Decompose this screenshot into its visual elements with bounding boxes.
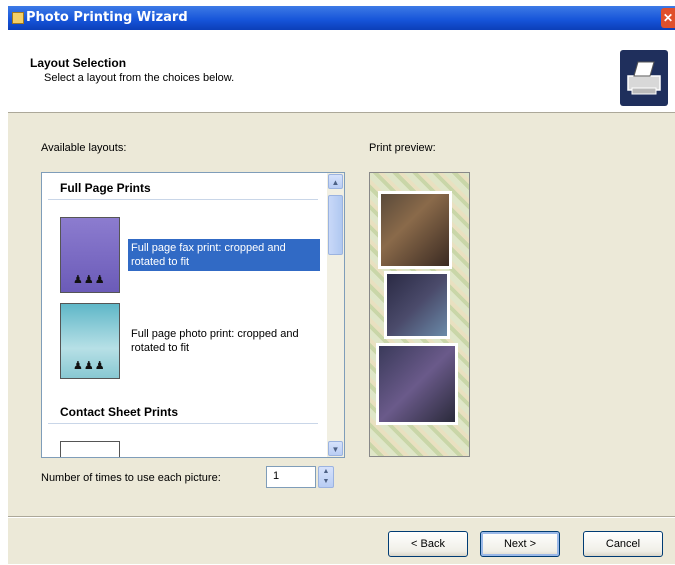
group-header-contact-sheet: Contact Sheet Prints xyxy=(60,405,179,419)
spin-up-button[interactable]: ▲ xyxy=(319,467,333,477)
layout-thumbnail: ♟♟♟ xyxy=(60,303,120,379)
available-layouts-label: Available layouts: xyxy=(41,142,127,154)
layout-item-contact-sheet[interactable] xyxy=(60,441,120,457)
layouts-scrollbar[interactable]: ▲ ▼ xyxy=(327,173,344,457)
page-subtitle: Select a layout from the choices below. xyxy=(44,72,235,84)
spin-down-button[interactable]: ▼ xyxy=(319,477,333,487)
next-button[interactable]: Next > xyxy=(480,531,560,557)
group-separator xyxy=(48,199,318,200)
group-separator xyxy=(48,423,318,424)
layout-thumbnail: ♟♟♟ xyxy=(60,217,120,293)
layout-item-label: Full page photo print: cropped and rotat… xyxy=(131,328,299,354)
scroll-up-button[interactable]: ▲ xyxy=(328,174,343,189)
footer-divider xyxy=(8,516,675,518)
wizard-header: Layout Selection Select a layout from th… xyxy=(8,30,675,113)
window-title: Photo Printing Wizard xyxy=(26,10,188,25)
group-header-full-page: Full Page Prints xyxy=(60,181,151,195)
preview-photo xyxy=(376,343,458,425)
print-preview-label: Print preview: xyxy=(369,142,436,154)
cancel-button[interactable]: Cancel xyxy=(583,531,663,557)
back-button[interactable]: < Back xyxy=(388,531,468,557)
layout-item-photo-print[interactable]: ♟♟♟ Full page photo print: cropped and r… xyxy=(60,303,320,383)
printer-icon xyxy=(620,50,668,106)
scroll-thumb[interactable] xyxy=(328,195,343,255)
copies-label: Number of times to use each picture: xyxy=(41,472,221,484)
preview-photo xyxy=(378,191,452,269)
layout-item-label: Full page fax print: cropped and rotated… xyxy=(128,239,320,271)
wizard-window: Photo Printing Wizard ✕ Layout Selection… xyxy=(8,6,675,564)
app-icon xyxy=(12,12,24,24)
page-title: Layout Selection xyxy=(30,56,127,70)
title-bar[interactable]: Photo Printing Wizard ✕ xyxy=(8,6,675,30)
copies-input[interactable]: 1 xyxy=(266,466,316,488)
print-preview xyxy=(369,172,470,457)
scroll-down-button[interactable]: ▼ xyxy=(328,441,343,456)
layouts-listbox[interactable]: Full Page Prints ♟♟♟ Full page fax print… xyxy=(41,172,345,458)
copies-spinner[interactable]: ▲ ▼ xyxy=(318,466,334,488)
layout-item-fax-print[interactable]: ♟♟♟ Full page fax print: cropped and rot… xyxy=(60,217,320,297)
preview-photo xyxy=(384,271,450,339)
close-button[interactable]: ✕ xyxy=(661,8,675,28)
